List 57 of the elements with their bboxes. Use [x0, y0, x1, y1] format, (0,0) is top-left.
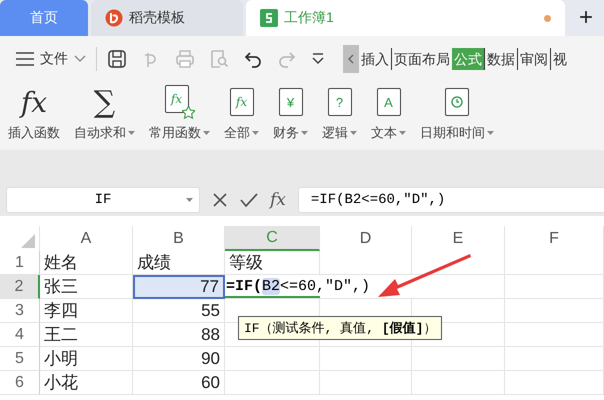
- ribbon-tab[interactable]: 插入: [359, 48, 391, 70]
- table-cell: 小明: [40, 347, 133, 371]
- save-icon[interactable]: [107, 49, 127, 69]
- function-icon: fx: [20, 86, 48, 118]
- ribbon-button[interactable]: ¥ 财务: [273, 82, 308, 142]
- row-header[interactable]: 3: [0, 299, 40, 323]
- cancel-icon[interactable]: [212, 192, 228, 208]
- table-cell: 90: [133, 347, 225, 371]
- ribbon-tab[interactable]: 数据: [484, 48, 517, 70]
- ribbon-button[interactable]: ? 逻辑: [322, 82, 357, 142]
- chevron-down-icon: [74, 55, 86, 63]
- ribbon-button[interactable]: fx 全部: [224, 82, 259, 142]
- file-menu[interactable]: 文件: [16, 50, 86, 68]
- select-all-icon[interactable]: [21, 234, 35, 248]
- row-header[interactable]: 2: [0, 275, 40, 299]
- sum-icon: ∑: [94, 84, 116, 120]
- chevron-left-icon: [348, 54, 354, 64]
- print-icon[interactable]: [175, 49, 195, 69]
- ribbon-button[interactable]: 日期和时间: [420, 82, 494, 142]
- menu-icon: [16, 52, 34, 66]
- sheet-logo-icon: [260, 9, 278, 27]
- ribbon-tab[interactable]: 视: [550, 48, 569, 70]
- table-cell: 姓名: [40, 251, 133, 275]
- ribbon-button[interactable]: ∑ 自动求和: [74, 82, 135, 142]
- table-cell: 60: [133, 371, 225, 395]
- book-icon: ?: [328, 88, 352, 116]
- scroll-left-button[interactable]: [343, 45, 359, 73]
- ribbon-button[interactable]: fx 常用函数: [149, 82, 210, 142]
- table-cell: 55: [133, 299, 225, 323]
- table-cell: 王二: [40, 323, 133, 347]
- tab[interactable]: 工作簿1: [246, 0, 565, 36]
- row-header[interactable]: 5: [0, 347, 40, 371]
- clock-book-icon: [445, 88, 469, 116]
- book-icon: A: [376, 88, 400, 116]
- check-icon[interactable]: [240, 192, 258, 208]
- name-box[interactable]: IF: [6, 187, 200, 213]
- tab[interactable]: 稻壳模板: [91, 0, 243, 36]
- row-header[interactable]: 6: [0, 371, 40, 395]
- table-cell: 小花: [40, 371, 133, 395]
- flame-logo-icon: [105, 9, 123, 27]
- function-tooltip: IF（测试条件, 真值, [假值]）: [238, 316, 442, 340]
- row-header[interactable]: 4: [0, 323, 40, 347]
- table-cell: 77: [133, 275, 225, 299]
- ribbon-button[interactable]: A 文本: [371, 82, 406, 142]
- insert-function-button[interactable]: fx: [270, 190, 286, 210]
- cell-editor[interactable]: =IF(B2<=60,"D",): [225, 275, 412, 299]
- table-cell: 88: [133, 323, 225, 347]
- ribbon-button[interactable]: fx 插入函数: [8, 82, 60, 142]
- new-tab-button[interactable]: +: [568, 0, 604, 36]
- more-icon[interactable]: [311, 52, 325, 66]
- table-cell: 李四: [40, 299, 133, 323]
- book-icon: fx: [230, 88, 254, 116]
- formula-field[interactable]: =IF(B2<=60,"D",): [298, 187, 604, 213]
- book-icon: ¥: [278, 88, 302, 116]
- ribbon-tab[interactable]: 审阅: [517, 48, 550, 70]
- caret-icon: [186, 198, 193, 202]
- print-preview-icon[interactable]: [209, 49, 229, 69]
